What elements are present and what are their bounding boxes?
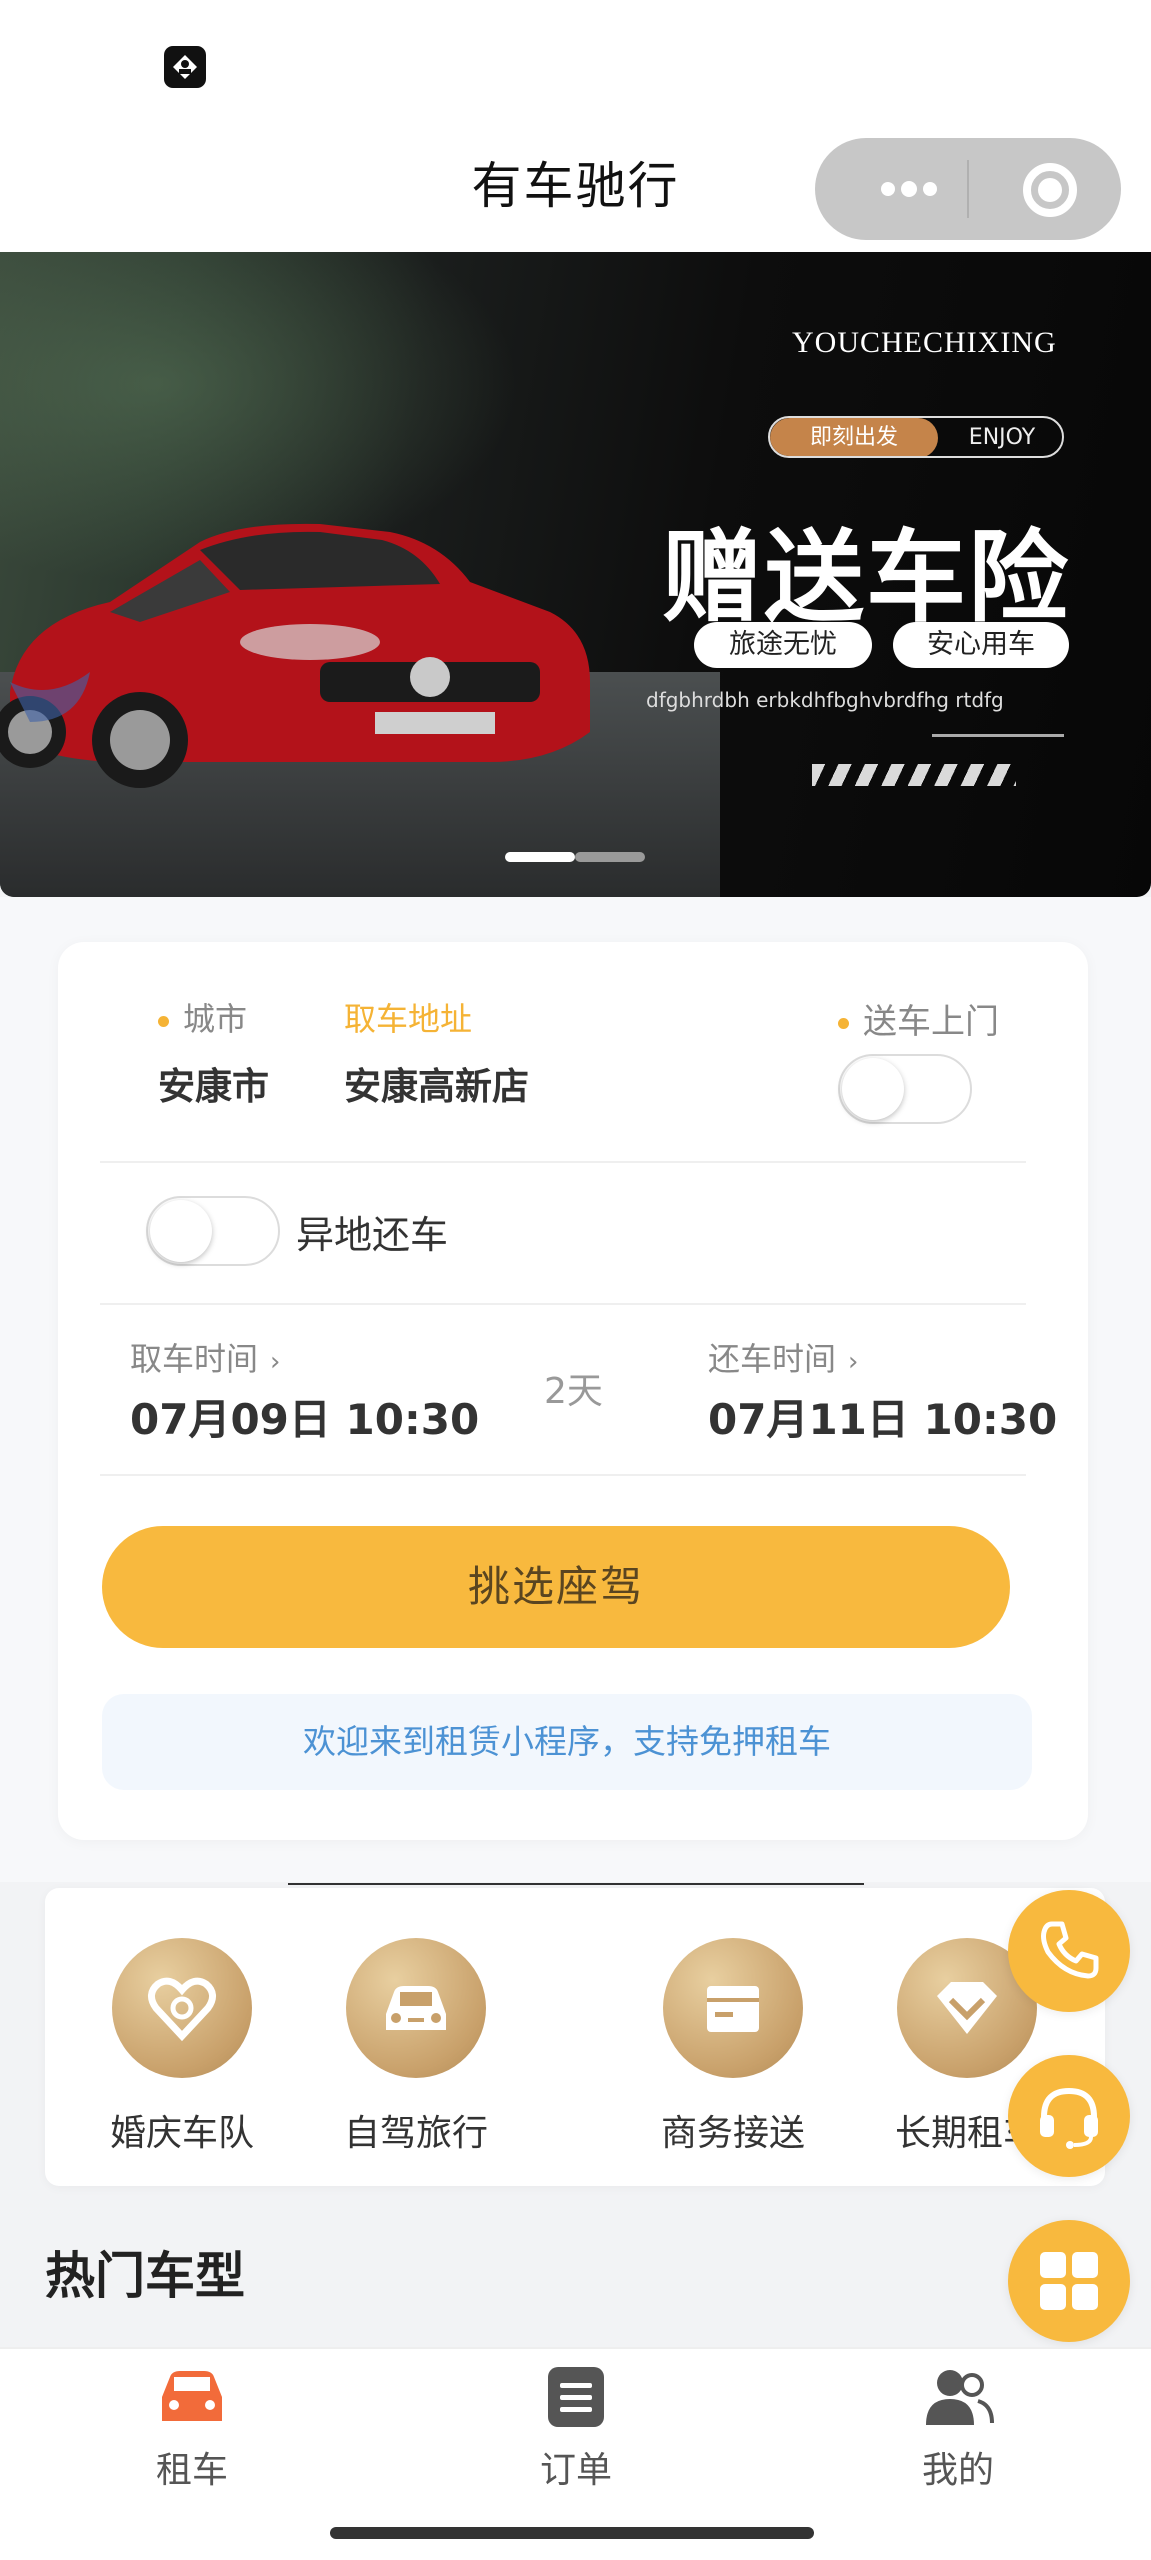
pickup-address-selector[interactable]: 安康高新店 [344,1056,529,1110]
select-car-button[interactable]: 挑选座驾 [102,1526,1010,1648]
required-dot-icon [838,1018,849,1029]
service-self-drive[interactable]: 自驾旅行 [321,1938,511,2156]
delivery-label: 送车上门 [838,994,999,1043]
chevron-right-icon: › [848,1347,859,1377]
grid-icon [1040,2252,1098,2310]
section-rule [288,1883,864,1885]
banner-tag-2: 安心用车 [893,622,1069,668]
rental-duration: 2天 [544,1371,603,1412]
headset-icon [1040,2087,1098,2149]
tab-label: 我的 [921,2450,994,2491]
box-icon [663,1938,803,2078]
pickup-time-value[interactable]: 07月09日 10:30 [130,1386,479,1447]
service-wedding[interactable]: 婚庆车队 [87,1938,277,2156]
customer-service-button[interactable] [1008,2055,1130,2177]
service-business[interactable]: 商务接送 [638,1938,828,2156]
service-label: 商务接送 [660,2113,805,2154]
required-dot-icon [158,1015,169,1027]
banner-headline: 赠送车险 [662,518,1070,636]
divider [100,1474,1026,1476]
promo-banner[interactable]: YOUCHECHIXING 即刻出发 ENJOY 赠送车险 旅途无忧 安心用车 … [0,252,1151,897]
tab-orders[interactable]: 订单 [486,2367,666,2493]
banner-divider-line [932,734,1064,737]
services-card: 婚庆车队 自驾旅行 商务接送 长期租车 [45,1888,1105,2186]
tab-label: 订单 [539,2450,612,2491]
return-time-value[interactable]: 07月11日 10:30 [708,1386,1057,1447]
return-elsewhere-label: 异地还车 [296,1213,449,1257]
hot-models-title: 热门车型 [45,2247,245,2305]
checkered-flag-pattern [812,764,1016,786]
booking-card: 城市 安康市 取车地址 安康高新店 送车上门 异地还车 取车时间 › 07月09日… [58,942,1088,1840]
banner-pill: 即刻出发 ENJOY [768,416,1064,458]
city-label: 城市 [158,994,247,1040]
tab-label: 租车 [155,2450,228,2491]
city-selector[interactable]: 安康市 [158,1056,269,1110]
more-menu-icon[interactable] [863,138,953,240]
banner-subtext: dfgbhrdbh erbkdhfbghvbrdfhg rtdfg [646,688,1004,712]
divider [100,1161,1026,1163]
delivery-toggle[interactable] [838,1054,972,1124]
call-button[interactable] [1008,1890,1130,2012]
return-elsewhere-toggle[interactable] [146,1196,280,1266]
address-label: 取车地址 [344,1000,473,1038]
banner-pagination [505,852,645,862]
pagination-dot[interactable] [575,852,645,862]
tab-bar: 租车 订单 我的 [0,2347,1151,2509]
status-bar [0,0,1151,130]
app-notification-icon [164,46,206,88]
service-label: 自驾旅行 [343,2113,488,2154]
banner-brand: YOUCHECHIXING [792,326,1057,359]
pagination-dot-active[interactable] [505,852,575,862]
tab-rent[interactable]: 租车 [102,2367,282,2493]
grid-menu-button[interactable] [1008,2220,1130,2342]
divider [100,1303,1026,1305]
banner-tag-1: 旅途无忧 [694,622,872,668]
chevron-right-icon: › [270,1347,281,1377]
banner-pill-left: 即刻出发 [770,418,938,456]
pickup-time-label[interactable]: 取车时间 › [130,1334,280,1380]
service-label: 婚庆车队 [109,2113,254,2154]
tab-mine[interactable]: 我的 [868,2367,1048,2493]
home-indicator [330,2527,814,2539]
phone-icon [1041,1921,1099,1979]
return-time-label[interactable]: 还车时间 › [708,1334,858,1380]
nav-bar: 有车驰行 [0,130,1151,252]
capsule-divider [967,160,969,218]
mini-program-capsule [815,138,1121,240]
close-program-icon[interactable] [1023,163,1077,217]
red-car-image [0,523,590,788]
heart-ring-icon [112,1938,252,2078]
banner-pill-right: ENJOY [968,425,1036,450]
list-icon [548,2367,604,2427]
notice-banner: 欢迎来到租赁小程序，支持免押租车 [102,1694,1032,1790]
users-icon [926,2370,994,2425]
car-icon [346,1938,486,2078]
car-icon [162,2371,222,2421]
